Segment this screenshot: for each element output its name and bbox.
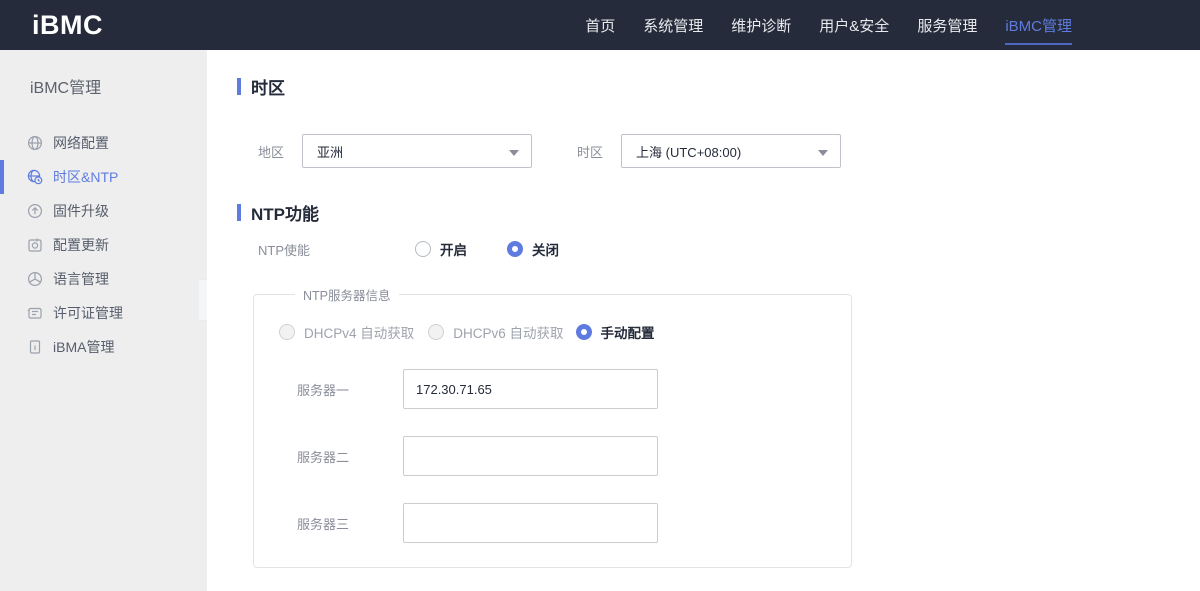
top-nav: iBMC 首页 系统管理 维护诊断 用户&安全 服务管理 iBMC管理 xyxy=(0,0,1200,50)
main-content: 时区 地区 亚洲 时区 上海 (UTC+08:00) NTP功能 NTP使能 开… xyxy=(207,50,1200,591)
sidebar-item-label: 网络配置 xyxy=(53,135,109,151)
ntp-server-group-legend: NTP服务器信息 xyxy=(303,289,391,303)
sidebar-item-ibma[interactable]: iBMA管理 xyxy=(0,330,207,364)
section-accent-bar xyxy=(237,77,241,95)
ibmc-logo: iBMC xyxy=(32,9,103,40)
network-globe-icon xyxy=(27,135,43,151)
region-label: 地区 xyxy=(258,144,285,160)
ntp-section-header: NTP功能 xyxy=(237,201,1200,224)
timezone-form-row: 地区 亚洲 时区 上海 (UTC+08:00) xyxy=(258,134,1200,168)
top-nav-menu: 首页 系统管理 维护诊断 用户&安全 服务管理 iBMC管理 xyxy=(585,0,1072,50)
radio-circle-icon xyxy=(415,241,431,257)
nav-item-user-security[interactable]: 用户&安全 xyxy=(819,0,889,50)
radio-circle-icon xyxy=(279,324,295,340)
server-two-label: 服务器二 xyxy=(297,449,350,465)
config-update-icon xyxy=(27,237,43,253)
ntp-enable-off-label: 关闭 xyxy=(532,243,559,258)
dhcpv4-auto-radio[interactable]: DHCPv4 自动获取 xyxy=(279,322,414,342)
sidebar-item-firmware-upgrade[interactable]: 固件升级 xyxy=(0,194,207,228)
ntp-enable-off-radio[interactable]: 关闭 xyxy=(507,239,559,259)
sidebar-item-config-update[interactable]: 配置更新 xyxy=(0,228,207,262)
ntp-section-title: NTP功能 xyxy=(251,204,319,224)
manual-config-radio[interactable]: 手动配置 xyxy=(575,322,655,342)
ibma-doc-icon xyxy=(27,339,43,355)
sidebar-item-label: 语言管理 xyxy=(53,271,109,287)
radio-circle-icon xyxy=(428,324,445,340)
license-card-icon xyxy=(27,305,43,321)
server-three-label: 服务器三 xyxy=(297,516,350,532)
dhcpv6-auto-label: DHCPv6 自动获取 xyxy=(453,326,564,341)
ntp-mode-row: DHCPv4 自动获取 DHCPv6 自动获取 手动配置 xyxy=(279,322,851,342)
section-accent-bar xyxy=(237,203,241,221)
server-two-row: 服务器二 xyxy=(279,436,851,476)
chevron-down-icon xyxy=(818,150,829,156)
firmware-upgrade-icon xyxy=(27,203,43,219)
chevron-down-icon xyxy=(509,150,520,156)
timezone-section-title: 时区 xyxy=(251,78,285,98)
server-one-input[interactable] xyxy=(403,369,658,409)
server-one-label: 服务器一 xyxy=(297,382,350,398)
server-one-row: 服务器一 xyxy=(279,369,851,409)
sidebar-item-label: 配置更新 xyxy=(53,237,109,253)
nav-item-maintenance[interactable]: 维护诊断 xyxy=(731,0,791,50)
timezone-select-value: 上海 (UTC+08:00) xyxy=(636,144,742,160)
radio-circle-icon xyxy=(575,324,592,340)
language-globe-icon xyxy=(27,271,43,287)
timezone-clock-icon xyxy=(27,169,43,185)
timezone-select[interactable]: 上海 (UTC+08:00) xyxy=(621,134,842,168)
sidebar-item-label: 许可证管理 xyxy=(53,305,123,321)
sidebar-item-timezone-ntp[interactable]: 时区&NTP xyxy=(0,160,207,194)
dhcpv4-auto-label: DHCPv4 自动获取 xyxy=(304,326,415,341)
sidebar-item-license[interactable]: 许可证管理 xyxy=(0,296,207,330)
sidebar-item-network-config[interactable]: 网络配置 xyxy=(0,126,207,160)
sidebar-item-language[interactable]: 语言管理 xyxy=(0,262,207,296)
radio-circle-icon xyxy=(507,241,523,257)
sidebar-item-label: iBMA管理 xyxy=(53,339,115,355)
nav-item-services[interactable]: 服务管理 xyxy=(917,0,977,50)
dhcpv6-auto-radio[interactable]: DHCPv6 自动获取 xyxy=(428,322,564,342)
manual-config-label: 手动配置 xyxy=(600,326,655,341)
server-two-input[interactable] xyxy=(403,436,658,476)
region-select[interactable]: 亚洲 xyxy=(302,134,533,168)
ntp-enable-on-label: 开启 xyxy=(440,243,467,258)
sidebar: iBMC管理 网络配置 时区&NTP 固件升级 配置更新 语言管理 许可证管理 … xyxy=(0,50,207,591)
ntp-enable-on-radio[interactable]: 开启 xyxy=(415,239,467,259)
timezone-section-header: 时区 xyxy=(237,75,1200,98)
nav-item-system[interactable]: 系统管理 xyxy=(643,0,703,50)
ntp-server-group: NTP服务器信息 DHCPv4 自动获取 DHCPv6 自动获取 手动配置 服务… xyxy=(253,285,852,568)
sidebar-title: iBMC管理 xyxy=(30,80,102,97)
nav-item-home[interactable]: 首页 xyxy=(585,0,615,50)
sidebar-item-label: 固件升级 xyxy=(53,203,109,219)
ntp-enable-row: NTP使能 开启 关闭 xyxy=(258,239,1200,259)
region-select-value: 亚洲 xyxy=(317,144,344,160)
nav-item-ibmc-management[interactable]: iBMC管理 xyxy=(1005,0,1072,50)
server-three-input[interactable] xyxy=(403,503,658,543)
timezone-label: 时区 xyxy=(577,144,604,160)
server-three-row: 服务器三 xyxy=(279,503,851,543)
ntp-enable-label: NTP使能 xyxy=(258,242,311,258)
sidebar-item-label: 时区&NTP xyxy=(53,169,119,185)
